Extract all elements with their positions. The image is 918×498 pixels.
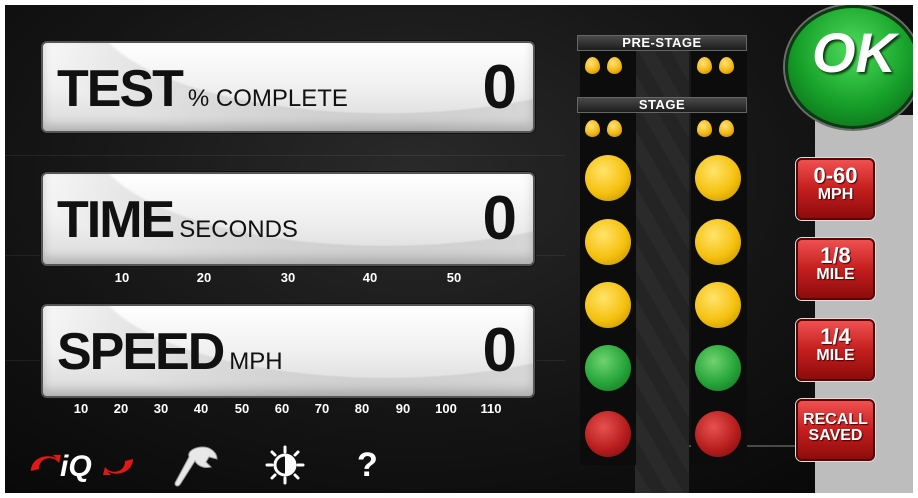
time-label: TIME SECONDS: [57, 191, 298, 249]
prestage-bulb: [585, 57, 600, 74]
time-scale-tick: 20: [196, 270, 212, 285]
help-icon[interactable]: ?: [357, 445, 397, 485]
prestage-bulb: [719, 57, 734, 74]
speed-scale-tick: 90: [395, 401, 411, 416]
amber-bulb-right-3: [695, 282, 741, 328]
eighth-mile-button[interactable]: 1/8 MILE: [796, 238, 875, 300]
test-label: TEST% COMPLETE: [57, 60, 348, 118]
test-value: 0: [482, 53, 517, 122]
wrench-icon[interactable]: [173, 445, 223, 487]
red-bulb-left: [585, 411, 631, 457]
amber-bulb-left-2: [585, 219, 631, 265]
prestage-bulb: [697, 57, 712, 74]
speed-scale-tick: 100: [435, 401, 457, 416]
time-scale-tick: 30: [280, 270, 296, 285]
stage-bulb: [607, 120, 622, 137]
speed-scale-tick: 80: [354, 401, 370, 416]
prestage-bulb: [607, 57, 622, 74]
speed-scale-tick: 110: [480, 401, 502, 416]
test-panel: TEST% COMPLETE 0: [41, 41, 535, 133]
green-bulb-left: [585, 345, 631, 391]
time-scale-tick: 40: [362, 270, 378, 285]
time-scale-tick: 10: [114, 270, 130, 285]
drag-test-screen: TEST% COMPLETE 0 TIME SECONDS 0 10 20 30 …: [5, 5, 913, 493]
red-bulb-right: [695, 411, 741, 457]
amber-bulb-right-1: [695, 155, 741, 201]
time-scale-tick: 50: [446, 270, 462, 285]
iq-logo-icon[interactable]: iQ: [27, 445, 137, 485]
speed-label: SPEED MPH: [57, 323, 283, 381]
amber-bulb-right-2: [695, 219, 741, 265]
ok-button[interactable]: OK: [785, 5, 913, 129]
amber-bulb-left-1: [585, 155, 631, 201]
test-unit: % COMPLETE: [187, 85, 348, 112]
green-bulb-right: [695, 345, 741, 391]
speed-unit: MPH: [229, 348, 283, 375]
speed-scale-tick: 30: [153, 401, 169, 416]
time-value: 0: [482, 184, 517, 253]
time-scale: 10 20 30 40 50: [5, 270, 565, 288]
stage-bulb: [697, 120, 712, 137]
speed-scale-tick: 50: [234, 401, 250, 416]
svg-text:iQ: iQ: [60, 450, 92, 483]
stage-bulb: [719, 120, 734, 137]
speed-scale-tick: 40: [193, 401, 209, 416]
speed-panel: SPEED MPH 0: [41, 304, 535, 398]
time-panel: TIME SECONDS 0: [41, 172, 535, 266]
brightness-icon[interactable]: [263, 445, 313, 485]
speed-scale-tick: 60: [274, 401, 290, 416]
quarter-mile-button[interactable]: 1/4 MILE: [796, 319, 875, 381]
stage-label: STAGE: [577, 97, 747, 113]
speed-scale-tick: 20: [113, 401, 129, 416]
prestage-label: PRE-STAGE: [577, 35, 747, 51]
speed-value: 0: [482, 316, 517, 385]
recall-saved-button[interactable]: RECALL SAVED: [796, 399, 875, 461]
amber-bulb-left-3: [585, 282, 631, 328]
stage-bulb: [585, 120, 600, 137]
zero-sixty-button[interactable]: 0-60 MPH: [796, 158, 875, 220]
speed-scale-tick: 10: [73, 401, 89, 416]
speed-scale-tick: 70: [314, 401, 330, 416]
time-unit: SECONDS: [179, 216, 298, 243]
speed-scale: 10 20 30 40 50 60 70 80 90 100 110: [5, 401, 565, 419]
